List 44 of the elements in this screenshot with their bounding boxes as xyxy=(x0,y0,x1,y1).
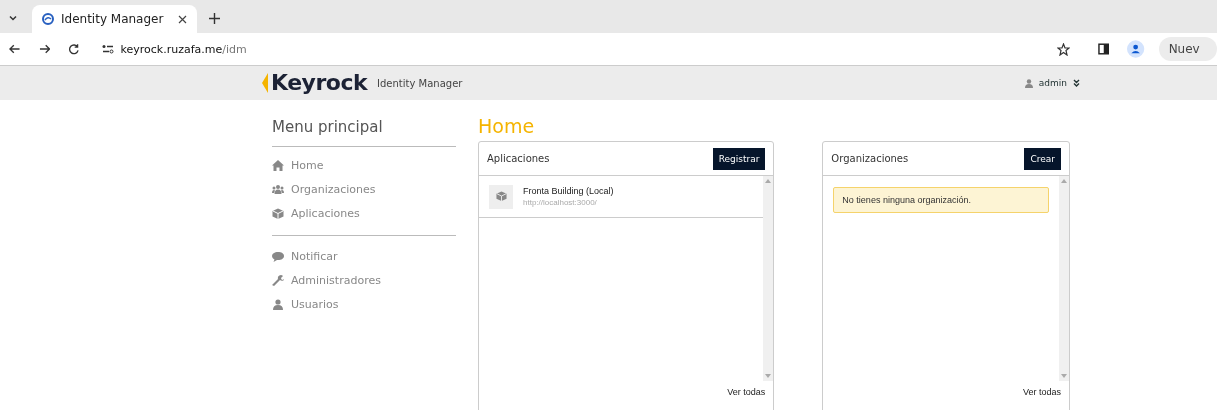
bookmark-star-icon[interactable] xyxy=(1056,42,1070,56)
site-subtitle: Identity Manager xyxy=(377,77,463,89)
wrench-icon xyxy=(272,274,284,286)
menu-item[interactable]: Administradores xyxy=(272,268,456,292)
browser-tab[interactable]: Identity Manager xyxy=(32,5,197,33)
forward-icon[interactable] xyxy=(38,43,50,55)
cube-icon xyxy=(489,184,513,209)
close-icon[interactable] xyxy=(178,14,187,24)
menu-item[interactable]: Home xyxy=(272,153,456,177)
reload-icon[interactable] xyxy=(68,43,80,55)
panel-title: Organizaciones xyxy=(831,153,909,164)
tab-title: Identity Manager xyxy=(61,12,165,26)
url-text: keyrock.ruzafa.me/idm xyxy=(120,42,247,56)
keyrock-logo[interactable]: Keyrock xyxy=(269,70,368,96)
profile-icon[interactable] xyxy=(1127,40,1145,58)
profile-chip[interactable]: Nuev xyxy=(1158,37,1217,61)
view-all-link[interactable]: Ver todas xyxy=(1022,387,1061,397)
back-icon[interactable] xyxy=(9,43,21,55)
caret-icon xyxy=(8,13,18,23)
home-icon xyxy=(272,159,284,171)
page-title: Home xyxy=(478,115,536,137)
users-icon xyxy=(272,183,284,195)
view-all-link[interactable]: Ver todas xyxy=(727,387,766,397)
menu-title: Menu principal xyxy=(272,118,456,147)
menu-item[interactable]: Aplicaciones xyxy=(272,201,456,225)
menu-item[interactable]: Notificar xyxy=(272,244,456,268)
application-url: http://localhost:3000/ xyxy=(523,198,598,207)
site-settings-icon[interactable] xyxy=(101,44,114,54)
panel-title: Aplicaciones xyxy=(487,153,550,164)
cube-icon xyxy=(272,207,284,219)
user-icon xyxy=(272,298,284,310)
comment-icon xyxy=(272,250,284,262)
menu-item[interactable]: Usuarios xyxy=(272,292,456,316)
double-chevron-icon xyxy=(1073,79,1080,87)
user-menu[interactable]: admin xyxy=(1024,78,1080,88)
empty-alert: No tienes ninguna organización. xyxy=(833,187,1049,213)
panel-button[interactable]: Crear xyxy=(1024,147,1061,170)
application-name: Fronta Building (Local) xyxy=(523,186,614,196)
application-item[interactable]: Fronta Building (Local) http://localhost:3000/ xyxy=(479,176,764,218)
menu-item[interactable]: Organizaciones xyxy=(272,177,456,201)
side-panel-icon[interactable] xyxy=(1097,43,1110,55)
panel-button[interactable]: Registrar xyxy=(712,147,766,170)
user-icon xyxy=(1024,78,1033,88)
new-tab-icon[interactable] xyxy=(209,13,220,24)
